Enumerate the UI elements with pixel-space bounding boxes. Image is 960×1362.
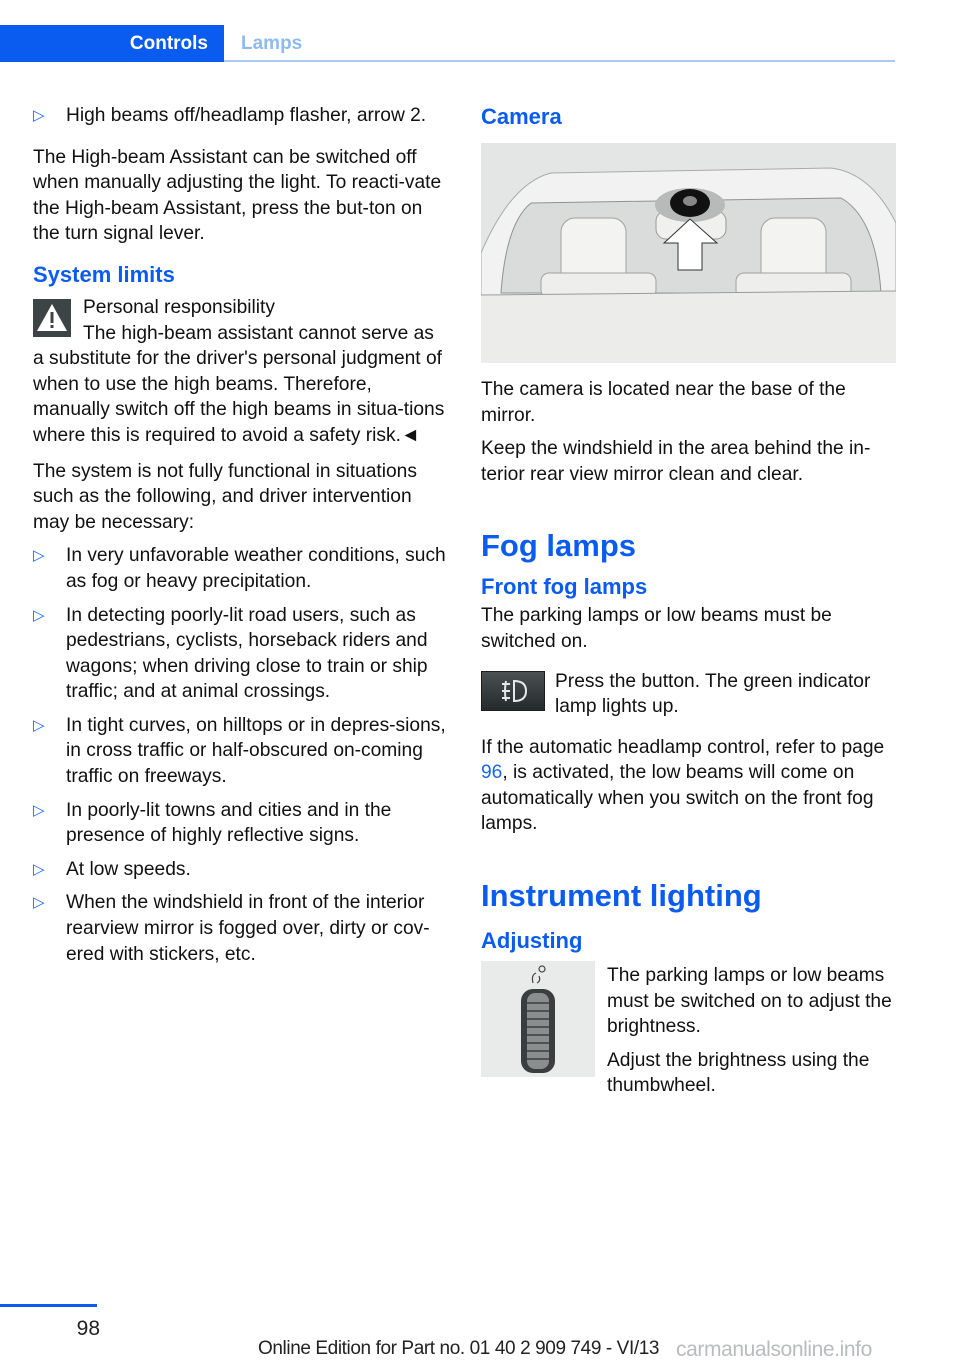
- instrument-paragraph: The parking lamps or low beams must be s…: [607, 964, 892, 1038]
- fog-lamps-heading: Fog lamps: [481, 528, 637, 564]
- tab-lamps[interactable]: Lamps: [224, 25, 302, 62]
- instrument-paragraph: Adjust the brightness using the thumbwhe…: [607, 1049, 870, 1097]
- page-number: 98: [76, 1317, 100, 1340]
- camera-heading: Camera: [481, 104, 562, 129]
- warning-triangle-icon: [33, 298, 71, 337]
- list-item-text: In poorly-lit towns and cities and in th…: [66, 799, 392, 847]
- bullet-triangle-icon: ▷: [33, 801, 45, 819]
- list-item-text: At low speeds.: [66, 858, 191, 880]
- note-text: If the automatic headlamp control, refer…: [481, 736, 885, 758]
- list-item-text: In tight curves, on hilltops or in depre…: [66, 714, 446, 788]
- right-column: Camera The camera is located near the ba…: [481, 103, 896, 1107]
- bullet-triangle-icon: ▷: [33, 606, 45, 624]
- front-fog-lamps-heading: Front fog lamps: [481, 574, 648, 600]
- list-item: ▷ In very unfavorable weather conditions…: [33, 543, 448, 594]
- limits-list: ▷ In very unfavorable weather conditions…: [33, 543, 448, 967]
- list-item: ▷ In detecting poorly-lit road users, su…: [33, 603, 448, 705]
- list-item: ▷ When the windshield in front of the in…: [33, 890, 448, 967]
- note-text: , is activated, the low beams will come …: [481, 762, 874, 835]
- warning-body: The high-beam assistant cannot serve as …: [33, 322, 445, 446]
- list-item: ▷ At low speeds.: [33, 857, 448, 883]
- bullet-triangle-icon: ▷: [33, 860, 45, 878]
- bullet-triangle-icon: ▷: [33, 716, 45, 734]
- list-item: ▷ High beams off/headlamp flasher, arrow…: [33, 103, 448, 129]
- bullet-triangle-icon: ▷: [33, 894, 45, 912]
- list-item-text: High beams off/headlamp flasher, arrow 2…: [66, 105, 427, 126]
- list-item-text: In very unfavorable weather conditions, …: [66, 545, 446, 592]
- tab-controls[interactable]: Controls: [0, 25, 224, 62]
- list-item: ▷ In tight curves, on hilltops or in dep…: [33, 713, 448, 790]
- fog-lamps-paragraph: The parking lamps or low beams must be s…: [481, 605, 832, 652]
- footer-divider: [0, 1304, 97, 1307]
- watermark: carmanualsonline.info: [676, 1338, 872, 1361]
- intro-paragraph: The High-beam Assistant can be switched …: [33, 146, 442, 245]
- list-item: ▷ In poorly-lit towns and cities and in …: [33, 798, 448, 849]
- camera-paragraph: Keep the windshield in the area behind t…: [481, 438, 871, 485]
- fog-lamps-note: If the automatic headlamp control, refer…: [481, 735, 896, 837]
- list-item-text: When the windshield in front of the inte…: [66, 892, 430, 965]
- left-column: ▷ High beams off/headlamp flasher, arrow…: [33, 103, 448, 975]
- limits-intro: The system is not fully functional in si…: [33, 460, 417, 533]
- thumbwheel-row: The parking lamps or low beams must be s…: [481, 955, 896, 1099]
- adjusting-heading: Adjusting: [481, 927, 583, 953]
- list-item-text: In detecting poorly-lit road users, such…: [66, 604, 428, 703]
- thumbwheel-illustration: [481, 960, 595, 1077]
- front-fog-lamp-icon: [481, 670, 545, 711]
- bullet-triangle-icon: ▷: [33, 107, 45, 124]
- instrument-lighting-heading: Instrument lighting: [481, 877, 762, 913]
- fog-button-row: Press the button. The green indicator la…: [481, 669, 896, 721]
- windshield-camera-illustration: [481, 143, 896, 363]
- system-limits-heading: System limits: [33, 261, 175, 287]
- warning-title: Personal responsibility: [83, 296, 275, 318]
- bullet-triangle-icon: ▷: [33, 547, 45, 565]
- warning-box: Personal responsibility The high-beam as…: [33, 295, 448, 449]
- header-divider: [224, 60, 895, 62]
- page-link[interactable]: 96: [481, 762, 502, 783]
- camera-paragraph: The camera is located near the base of t…: [481, 379, 846, 426]
- edition-text: Online Edition for Part no. 01 40 2 909 …: [258, 1338, 660, 1359]
